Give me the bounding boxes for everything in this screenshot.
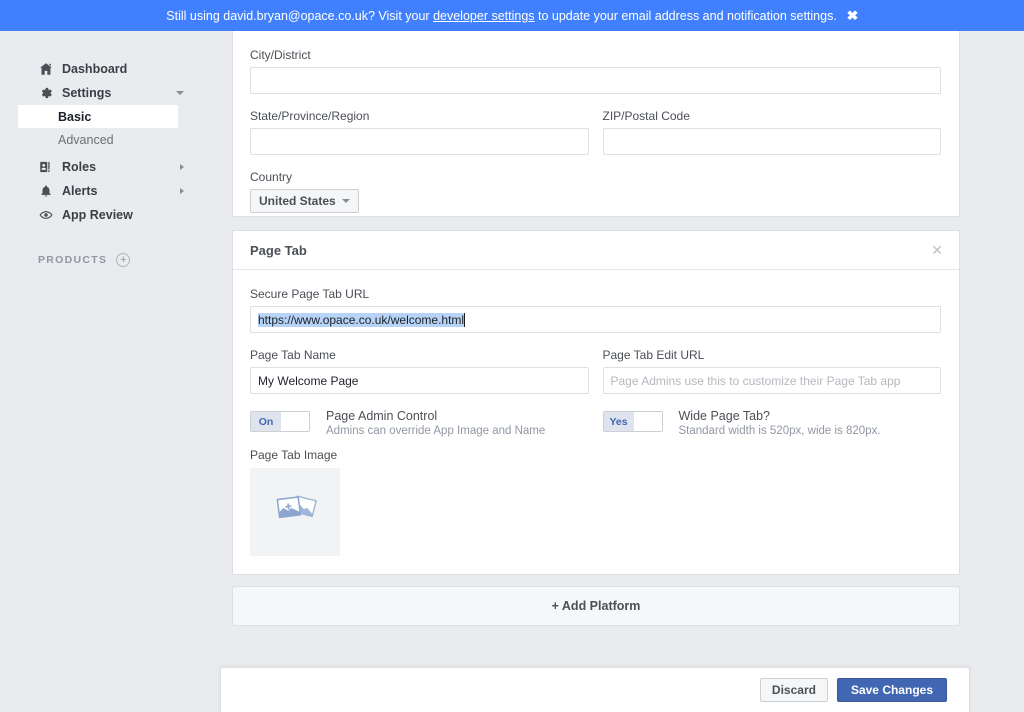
bell-icon [38, 184, 53, 199]
page-tab-image-group: Page Tab Image [250, 448, 941, 556]
state-field-group: State/Province/Region [250, 109, 589, 155]
main-content: City/District State/Province/Region ZIP/… [198, 31, 1024, 712]
city-field-group: City/District [250, 48, 941, 94]
banner-text-after: to update your email address and notific… [534, 8, 837, 23]
sidebar-item-settings[interactable]: Settings [0, 81, 198, 105]
page-admin-control-toggle[interactable]: On [250, 411, 310, 432]
zip-label: ZIP/Postal Code [602, 109, 690, 123]
toggle-state-label: Yes [603, 412, 634, 431]
sidebar-item-app-review[interactable]: App Review [0, 203, 198, 227]
address-card: City/District State/Province/Region ZIP/… [232, 31, 960, 217]
wide-tab-subtitle: Standard width is 520px, wide is 820px. [678, 425, 881, 437]
country-field-group: Country United States [250, 170, 941, 213]
state-input[interactable] [250, 128, 589, 155]
home-icon [38, 62, 53, 77]
developer-settings-link[interactable]: developer settings [433, 9, 534, 23]
country-select-value: United States [259, 194, 336, 208]
page-tab-card: Page Tab ✕ Secure Page Tab URL https://w… [232, 230, 960, 575]
toggle-knob [281, 412, 309, 431]
page-tab-card-body: Secure Page Tab URL https://www.opace.co… [233, 270, 959, 556]
sidebar-item-dashboard[interactable]: Dashboard [0, 57, 198, 81]
sidebar-subitem-label: Basic [58, 109, 92, 124]
toggle-knob [633, 412, 662, 431]
city-input[interactable] [250, 67, 941, 94]
wide-tab-title: Wide Page Tab? [678, 409, 771, 423]
address-card-body: City/District State/Province/Region ZIP/… [233, 31, 959, 213]
toggle-state-label: On [251, 412, 281, 431]
roles-icon [38, 160, 53, 175]
admin-control-group: On Page Admin Control Admins can overrid… [250, 409, 589, 437]
add-platform-text: Add Platform [561, 599, 641, 613]
save-changes-button[interactable]: Save Changes [836, 678, 947, 702]
tab-name-field-group: Page Tab Name [250, 348, 589, 394]
state-zip-row: State/Province/Region ZIP/Postal Code [250, 109, 941, 170]
tab-name-label: Page Tab Name [250, 348, 336, 362]
admin-control-subtitle: Admins can override App Image and Name [326, 425, 546, 437]
chevron-down-icon[interactable] [176, 91, 184, 95]
plus-icon: + [551, 599, 559, 613]
close-icon[interactable]: ✕ [931, 243, 943, 257]
edit-url-input[interactable] [602, 367, 941, 394]
add-platform-button[interactable]: + Add Platform [232, 586, 960, 626]
close-icon[interactable]: ✖ [846, 9, 858, 22]
sidebar-item-label: Alerts [62, 183, 98, 198]
city-label: City/District [250, 48, 311, 62]
tab-name-edit-url-row: Page Tab Name Page Tab Edit URL [250, 348, 941, 409]
sidebar-item-label: Roles [62, 159, 97, 174]
page-tab-image-dropzone[interactable] [250, 468, 340, 556]
eye-icon [38, 208, 53, 223]
secure-url-label: Secure Page Tab URL [250, 287, 370, 301]
gear-icon [38, 86, 53, 101]
chevron-right-icon[interactable] [180, 164, 184, 170]
save-bar: Discard Save Changes [220, 667, 970, 712]
plus-circle-icon[interactable]: + [116, 253, 131, 267]
edit-url-label: Page Tab Edit URL [602, 348, 705, 362]
banner-text-before: Still using david.bryan@opace.co.uk? Vis… [166, 8, 434, 23]
sidebar-item-advanced[interactable]: Advanced [0, 128, 198, 151]
sidebar-item-basic[interactable]: Basic [18, 105, 178, 128]
page-tab-image-label: Page Tab Image [250, 448, 338, 462]
products-section-header: PRODUCTS + [0, 253, 198, 267]
zip-field-group: ZIP/Postal Code [602, 109, 941, 155]
products-label: PRODUCTS [38, 254, 108, 266]
sidebar-item-alerts[interactable]: Alerts [0, 179, 198, 203]
sidebar-item-label: App Review [62, 207, 133, 222]
wide-page-tab-toggle[interactable]: Yes [602, 411, 663, 432]
tab-name-input[interactable] [250, 367, 589, 394]
discard-button[interactable]: Discard [759, 678, 828, 702]
secure-url-field-group: Secure Page Tab URL https://www.opace.co… [250, 287, 941, 333]
chevron-down-icon [341, 199, 350, 203]
notification-banner: Still using david.bryan@opace.co.uk? Vis… [0, 0, 1024, 31]
page-tab-card-header: Page Tab ✕ [233, 231, 959, 270]
banner-message: Still using david.bryan@opace.co.uk? Vis… [166, 9, 837, 23]
edit-url-field-group: Page Tab Edit URL [602, 348, 941, 394]
admin-control-title: Page Admin Control [326, 409, 438, 423]
wide-tab-group: Yes Wide Page Tab? Standard width is 520… [602, 409, 942, 437]
toggles-row: On Page Admin Control Admins can overrid… [250, 409, 941, 437]
sidebar-item-roles[interactable]: Roles [0, 155, 198, 179]
secure-url-value: https://www.opace.co.uk/welcome.html [258, 312, 466, 327]
admin-control-text: Page Admin Control Admins can override A… [326, 409, 545, 437]
secure-url-input[interactable]: https://www.opace.co.uk/welcome.html [250, 306, 941, 333]
sidebar-item-label: Settings [62, 85, 112, 100]
country-select[interactable]: United States [250, 189, 359, 213]
page-title: Page Tab [250, 242, 307, 258]
admin-control-toggle-row: On Page Admin Control Admins can overrid… [250, 409, 589, 437]
wide-tab-toggle-row: Yes Wide Page Tab? Standard width is 520… [602, 409, 942, 437]
country-label: Country [250, 170, 293, 184]
sidebar: Dashboard Settings Basic Advanced Roles … [0, 31, 198, 712]
wide-tab-text: Wide Page Tab? Standard width is 520px, … [679, 409, 881, 437]
photo-stack-add-icon [273, 490, 317, 535]
chevron-right-icon[interactable] [180, 188, 184, 194]
sidebar-subitem-label: Advanced [58, 132, 114, 147]
zip-input[interactable] [602, 128, 941, 155]
state-label: State/Province/Region [250, 109, 370, 123]
sidebar-item-label: Dashboard [62, 61, 128, 76]
add-platform-label: + Add Platform [552, 599, 641, 613]
